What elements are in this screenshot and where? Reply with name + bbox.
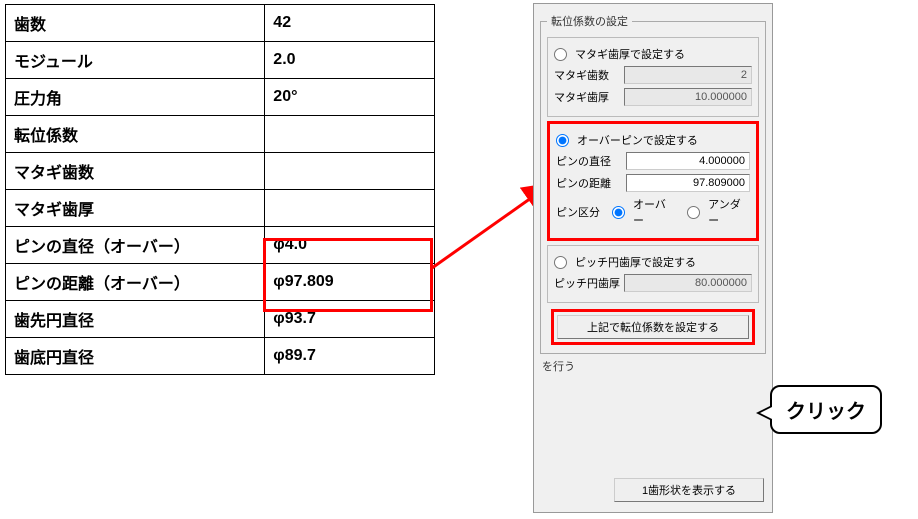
gear-spec-table: 歯数42 モジュール2.0 圧力角20° 転位係数 マタギ歯数 マタギ歯厚 ピン…: [5, 4, 435, 375]
spec-value: [265, 153, 435, 190]
spec-label: ピンの直径（オーバー）: [6, 227, 265, 264]
pitch-radio[interactable]: [554, 256, 567, 269]
pitch-thick-label: ピッチ円歯厚: [554, 275, 624, 291]
pin-under-radio[interactable]: [687, 206, 700, 219]
matagi-subgroup: マタギ歯厚で設定する マタギ歯数 2 マタギ歯厚 10.000000: [547, 37, 759, 117]
spec-label: 歯底円直径: [6, 338, 265, 375]
table-row: 歯数42: [6, 5, 435, 42]
table-row: 圧力角20°: [6, 79, 435, 116]
spec-label: マタギ歯数: [6, 153, 265, 190]
table-row: ピンの直径（オーバー）φ4.0: [6, 227, 435, 264]
pin-over-label: オーバー: [633, 196, 675, 228]
spec-label: ピンの距離（オーバー）: [6, 264, 265, 301]
pin-over-radio[interactable]: [612, 206, 625, 219]
pin-dia-field[interactable]: 4.000000: [626, 152, 750, 170]
table-row: マタギ歯厚: [6, 190, 435, 227]
pin-dia-label: ピンの直径: [556, 153, 626, 169]
shift-coeff-group: 転位係数の設定 マタギ歯厚で設定する マタギ歯数 2 マタギ歯厚 10.0000…: [540, 13, 766, 354]
pin-dist-field[interactable]: 97.809000: [626, 174, 750, 192]
spec-label: 歯数: [6, 5, 265, 42]
matagi-thick-label: マタギ歯厚: [554, 89, 624, 105]
settings-panel: 転位係数の設定 マタギ歯厚で設定する マタギ歯数 2 マタギ歯厚 10.0000…: [533, 3, 773, 513]
spec-value: φ93.7: [265, 301, 435, 338]
table-row: ピンの距離（オーバー）φ97.809: [6, 264, 435, 301]
spec-value: 2.0: [265, 42, 435, 79]
spec-value: φ4.0: [265, 227, 435, 264]
matagi-radio-label: マタギ歯厚で設定する: [575, 46, 685, 62]
spec-value: [265, 190, 435, 227]
overpin-subgroup: オーバーピンで設定する ピンの直径 4.000000 ピンの距離 97.8090…: [547, 121, 759, 241]
table-row: 転位係数: [6, 116, 435, 153]
show-tooth-shape-button[interactable]: 1歯形状を表示する: [614, 478, 764, 502]
overpin-radio[interactable]: [556, 134, 569, 147]
click-callout: クリック: [770, 385, 882, 434]
spec-label: 歯先円直径: [6, 301, 265, 338]
group-legend: 転位係数の設定: [547, 13, 632, 29]
truncated-text: を行う: [540, 358, 766, 374]
spec-value: φ89.7: [265, 338, 435, 375]
overpin-radio-label: オーバーピンで設定する: [577, 132, 698, 148]
table-row: 歯底円直径φ89.7: [6, 338, 435, 375]
pin-under-label: アンダー: [708, 196, 750, 228]
spec-label: マタギ歯厚: [6, 190, 265, 227]
spec-value: φ97.809: [265, 264, 435, 301]
pin-class-label: ピン区分: [556, 204, 606, 220]
spec-value: [265, 116, 435, 153]
spec-value: 20°: [265, 79, 435, 116]
pitch-subgroup: ピッチ円歯厚で設定する ピッチ円歯厚 80.000000: [547, 245, 759, 303]
table-row: 歯先円直径φ93.7: [6, 301, 435, 338]
table-row: モジュール2.0: [6, 42, 435, 79]
spec-label: 転位係数: [6, 116, 265, 153]
spec-label: モジュール: [6, 42, 265, 79]
matagi-thick-field: 10.000000: [624, 88, 752, 106]
spec-value: 42: [265, 5, 435, 42]
table-row: マタギ歯数: [6, 153, 435, 190]
pitch-thick-field: 80.000000: [624, 274, 752, 292]
set-button-highlight: 上記で転位係数を設定する: [551, 309, 755, 345]
pin-dist-label: ピンの距離: [556, 175, 626, 191]
set-shift-coeff-button[interactable]: 上記で転位係数を設定する: [557, 315, 749, 339]
matagi-teeth-field: 2: [624, 66, 752, 84]
pitch-radio-label: ピッチ円歯厚で設定する: [575, 254, 696, 270]
matagi-radio[interactable]: [554, 48, 567, 61]
matagi-teeth-label: マタギ歯数: [554, 67, 624, 83]
spec-label: 圧力角: [6, 79, 265, 116]
